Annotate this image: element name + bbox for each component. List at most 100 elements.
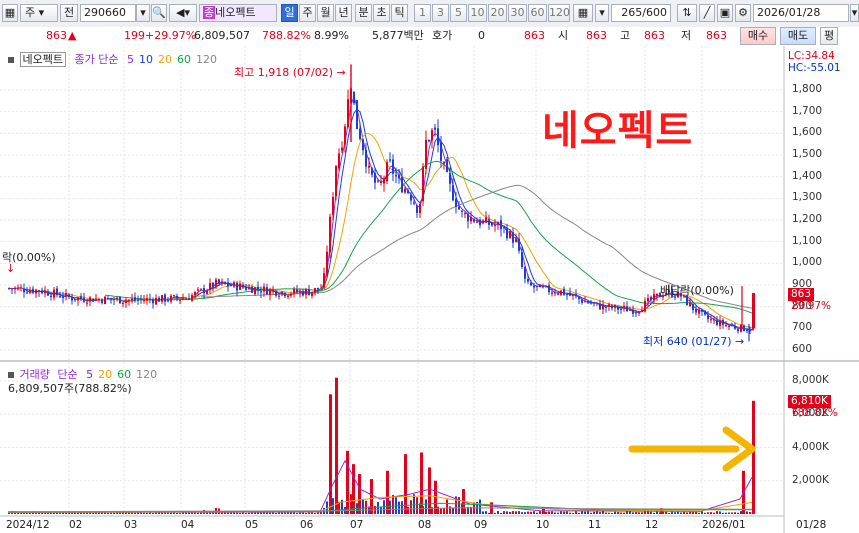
- price-tick-label: 700: [792, 321, 813, 334]
- low-annotation-text: 최저 640 (01/27): [643, 335, 732, 348]
- volume-bar: [152, 512, 154, 514]
- volume-bar: [389, 500, 391, 514]
- period-week-button[interactable]: 주: [299, 4, 316, 22]
- stock-name-field[interactable]: 종네오펙트: [199, 4, 277, 22]
- interval-button-1[interactable]: 1: [414, 4, 431, 22]
- volume-bar: [530, 511, 532, 514]
- high-annotation: 최고 1,918 (07/02) →: [234, 64, 346, 80]
- volume-bar: [602, 511, 604, 514]
- volume-bar: [638, 512, 640, 514]
- main-toolbar: ▦ 주 ▾ 전 290660 ▾ 🔍 ◀▾ 종네오펙트 일 주 월 년 분 초 …: [0, 0, 859, 28]
- candle-body: [716, 319, 718, 325]
- volume-bar: [26, 512, 28, 514]
- candle-body: [509, 231, 511, 238]
- period-second-button[interactable]: 초: [373, 4, 390, 22]
- candle-body: [191, 295, 193, 301]
- volume-bar: [440, 508, 442, 514]
- candle-body: [467, 213, 469, 222]
- date-input[interactable]: 2026/01/28: [753, 4, 849, 22]
- candle-body: [395, 174, 397, 177]
- volume-bar: [248, 512, 250, 514]
- volume-bar: [668, 512, 670, 514]
- interval-button-120[interactable]: 120: [548, 4, 570, 22]
- sound-icon[interactable]: ◀▾: [169, 4, 197, 22]
- candle-body: [488, 219, 490, 225]
- volume-bar: [710, 512, 712, 514]
- x-axis-label: 06: [300, 519, 314, 531]
- volume-bar: [107, 512, 109, 514]
- mode-select[interactable]: 주 ▾: [20, 4, 58, 22]
- price-tick-label: 1,100: [792, 234, 823, 247]
- candle-body: [371, 168, 373, 175]
- count-dropdown-icon[interactable]: ▾: [595, 4, 609, 22]
- candle-body: [449, 173, 451, 184]
- candle-body: [230, 285, 232, 287]
- highlight-arrow-icon: [628, 426, 756, 472]
- volume-bar: [407, 506, 409, 514]
- period-month-button[interactable]: 월: [317, 4, 334, 22]
- eval-button[interactable]: 평: [820, 27, 838, 45]
- sell-button[interactable]: 매도: [780, 27, 816, 45]
- candle-body: [254, 287, 256, 295]
- interval-button-5[interactable]: 5: [450, 4, 467, 22]
- volume-bar: [719, 511, 721, 514]
- count-field[interactable]: 265/600: [611, 4, 671, 22]
- buy-button[interactable]: 매수: [740, 27, 776, 45]
- indicator-icon[interactable]: ⇅: [677, 4, 697, 22]
- candle-body: [218, 279, 220, 284]
- volume-bar: [557, 512, 559, 514]
- save-icon[interactable]: ▣: [717, 4, 733, 22]
- candle-body: [278, 295, 280, 297]
- candle-body: [323, 273, 325, 288]
- draw-tool-icon[interactable]: ╱: [699, 4, 715, 22]
- period-tick-button[interactable]: 틱: [391, 4, 408, 22]
- volume-bar: [746, 511, 748, 514]
- candle-body: [431, 129, 433, 141]
- date-dropdown-icon[interactable]: ▾: [850, 4, 859, 22]
- price-panel-name[interactable]: 네오펙트: [19, 52, 66, 67]
- interval-button-60[interactable]: 60: [528, 4, 547, 22]
- gear-icon[interactable]: ⚙: [735, 4, 751, 22]
- candle-body: [152, 299, 154, 304]
- search-icon[interactable]: 🔍: [151, 4, 167, 22]
- candle-body: [452, 185, 454, 201]
- volume-bar: [605, 512, 607, 514]
- candle-body: [479, 219, 481, 226]
- panel-bullet-icon: [8, 372, 14, 378]
- x-axis-label: 10: [536, 519, 550, 531]
- volume-bar: [731, 512, 733, 514]
- candle-body: [437, 128, 439, 146]
- stock-code-input[interactable]: 290660: [80, 4, 136, 22]
- candle-body: [404, 188, 406, 193]
- candle-body: [260, 291, 262, 293]
- volume-bar: [305, 512, 307, 514]
- volume-bar: [734, 512, 736, 514]
- candle-body: [575, 294, 577, 297]
- candle-body: [551, 292, 553, 294]
- code-dropdown-icon[interactable]: ▾: [136, 4, 150, 22]
- candle-body: [194, 292, 196, 296]
- candle-body: [332, 197, 334, 216]
- candle-body: [335, 166, 337, 197]
- period-day-button[interactable]: 일: [281, 4, 298, 22]
- candle-body: [539, 284, 541, 288]
- candle-body: [119, 296, 121, 304]
- candle-body: [725, 325, 727, 327]
- last-price: 863: [524, 29, 545, 42]
- calendar-icon[interactable]: ▦: [573, 4, 593, 22]
- interval-button-3[interactable]: 3: [432, 4, 449, 22]
- volume-bar: [506, 511, 508, 514]
- interval-button-30[interactable]: 30: [508, 4, 527, 22]
- volume-bar: [707, 512, 709, 514]
- prev-button[interactable]: 전: [60, 4, 78, 22]
- candle-body: [92, 298, 94, 302]
- volume-ratio: 788.82%: [262, 29, 311, 42]
- volume-bar: [416, 497, 418, 514]
- interval-button-20[interactable]: 20: [488, 4, 507, 22]
- candle-body: [98, 299, 100, 301]
- interval-button-10[interactable]: 10: [468, 4, 487, 22]
- chart-menu-icon[interactable]: ▦: [2, 4, 18, 22]
- candle-body: [146, 298, 148, 301]
- period-minute-button[interactable]: 분: [355, 4, 372, 22]
- period-year-button[interactable]: 년: [335, 4, 352, 22]
